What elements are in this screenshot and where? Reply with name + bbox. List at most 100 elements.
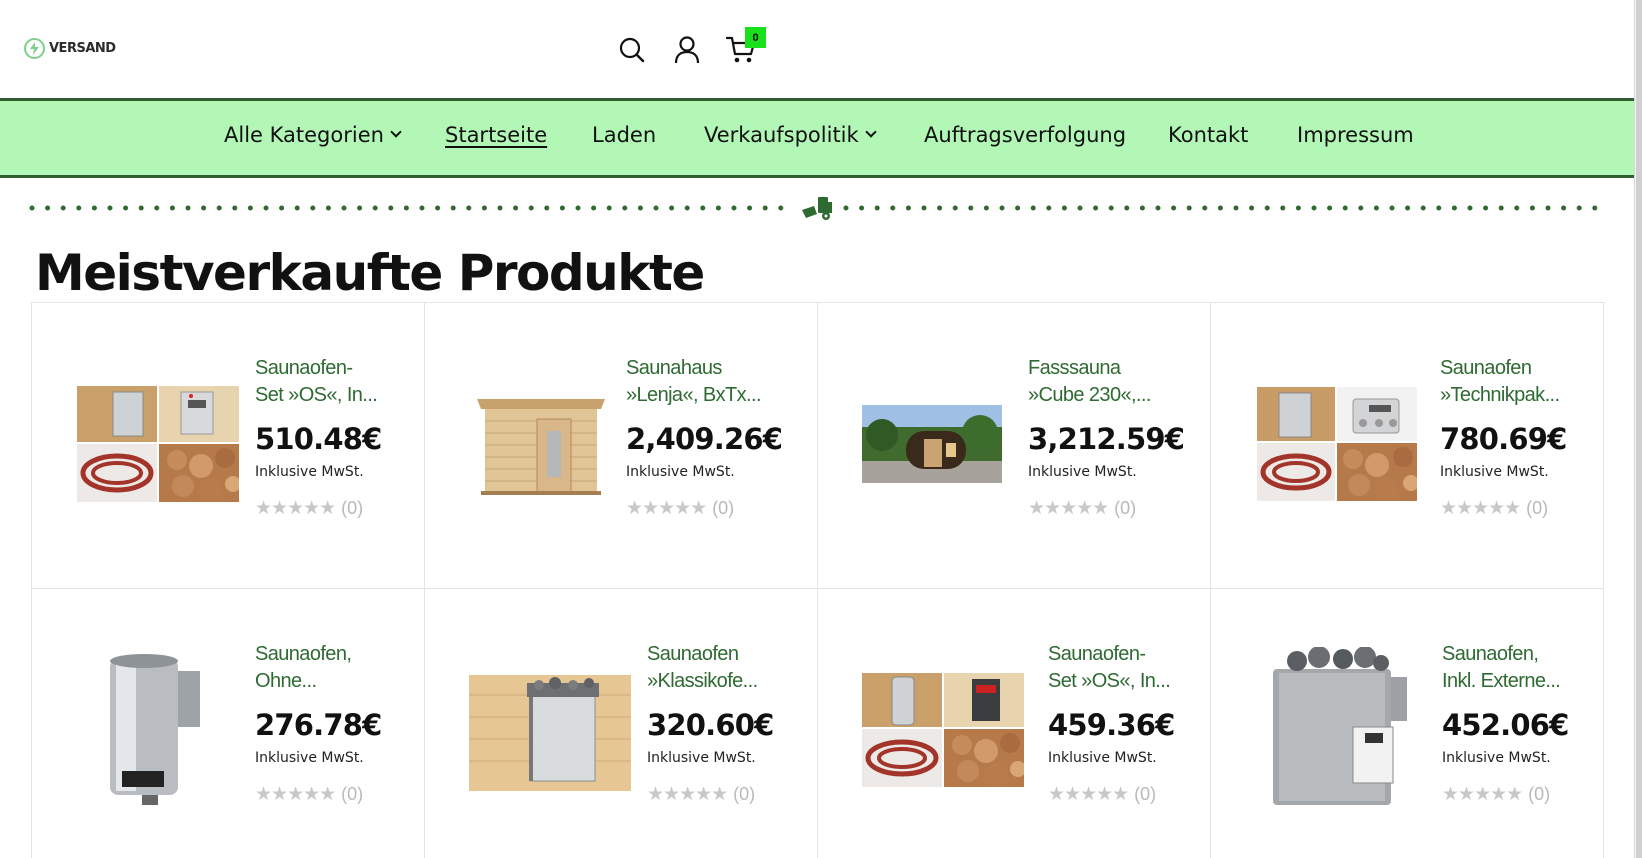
product-card[interactable]: Saunaofen, Inkl. Externe... 452.06€ Inkl… — [1211, 589, 1604, 858]
nav-item-verkaufspolitik[interactable]: Verkaufspolitik — [704, 123, 877, 147]
tax-note: Inklusive MwSt. — [255, 464, 364, 480]
product-price: 510.48€ — [255, 422, 382, 456]
tax-note: Inklusive MwSt. — [1442, 750, 1551, 766]
product-name-link[interactable]: Saunahaus »Lenja«, BxTx... — [626, 355, 776, 409]
product-info: Saunaofen, Inkl. Externe... 452.06€ Inkl… — [1442, 641, 1592, 806]
product-card[interactable]: Saunaofen »Technikpak... 780.69€ Inklusi… — [1211, 303, 1604, 589]
product-image[interactable] — [1257, 387, 1417, 501]
product-rating: ★★★★★ (0) — [1048, 783, 1198, 806]
product-name-link[interactable]: Saunaofen »Technikpak... — [1440, 355, 1590, 409]
vertical-scrollbar[interactable] — [1634, 0, 1642, 858]
product-price: 276.78€ — [255, 708, 382, 742]
review-count: (0) — [1134, 784, 1157, 804]
product-info: Saunaofen- Set »OS«, In... 459.36€ Inklu… — [1048, 641, 1198, 806]
dotted-divider — [28, 190, 1608, 228]
product-info: Saunahaus »Lenja«, BxTx... 2,409.26€ Ink… — [626, 355, 783, 520]
product-price: 3,212.59€ — [1028, 422, 1185, 456]
product-image[interactable] — [469, 675, 631, 791]
product-info: Saunaofen- Set »OS«, In... 510.48€ Inklu… — [255, 355, 405, 520]
nav-item-label: Laden — [592, 123, 657, 147]
product-image[interactable] — [102, 651, 208, 807]
site-header: VERSAND 0 — [0, 0, 1642, 98]
account-icon[interactable] — [670, 33, 704, 67]
star-icon: ★★★★★ — [647, 784, 728, 805]
product-card[interactable]: Saunahaus »Lenja«, BxTx... 2,409.26€ Ink… — [425, 303, 818, 589]
scrollbar-thumb[interactable] — [1636, 0, 1642, 858]
nav-item-startseite[interactable]: Startseite — [445, 123, 547, 147]
search-icon[interactable] — [615, 33, 649, 67]
product-price: 452.06€ — [1442, 708, 1569, 742]
product-price: 320.60€ — [647, 708, 774, 742]
product-price: 2,409.26€ — [626, 422, 783, 456]
nav-item-label: Kontakt — [1168, 123, 1249, 147]
product-image[interactable] — [77, 386, 239, 502]
chevron-down-icon — [865, 126, 877, 138]
product-info: Saunaofen, Ohne... 276.78€ Inklusive MwS… — [255, 641, 405, 806]
product-card[interactable]: Saunaofen »Klassikofe... 320.60€ Inklusi… — [425, 589, 818, 858]
star-icon: ★★★★★ — [255, 784, 336, 805]
chevron-down-icon — [390, 126, 402, 138]
product-image[interactable] — [862, 673, 1024, 787]
tax-note: Inklusive MwSt. — [626, 464, 735, 480]
product-rating: ★★★★★ (0) — [626, 497, 776, 520]
review-count: (0) — [341, 784, 364, 804]
product-rating: ★★★★★ (0) — [1442, 783, 1592, 806]
product-name-link[interactable]: Saunaofen, Ohne... — [255, 641, 405, 695]
star-icon: ★★★★★ — [1028, 498, 1109, 519]
product-info: Saunaofen »Klassikofe... 320.60€ Inklusi… — [647, 641, 797, 806]
tax-note: Inklusive MwSt. — [1028, 464, 1137, 480]
nav-item-laden[interactable]: Laden — [592, 123, 656, 147]
product-card[interactable]: Saunaofen, Ohne... 276.78€ Inklusive MwS… — [32, 589, 425, 858]
product-rating: ★★★★★ (0) — [1028, 497, 1178, 520]
star-icon: ★★★★★ — [255, 498, 336, 519]
product-info: Fasssauna »Cube 230«,... 3,212.59€ Inklu… — [1028, 355, 1185, 520]
product-price: 780.69€ — [1440, 422, 1567, 456]
product-rating: ★★★★★ (0) — [647, 783, 797, 806]
product-name-link[interactable]: Saunaofen »Klassikofe... — [647, 641, 797, 695]
review-count: (0) — [1528, 784, 1551, 804]
nav-item-label: Verkaufspolitik — [704, 123, 859, 147]
product-image[interactable] — [862, 405, 1002, 483]
product-rating: ★★★★★ (0) — [255, 497, 405, 520]
review-count: (0) — [1526, 498, 1549, 518]
tax-note: Inklusive MwSt. — [1440, 464, 1549, 480]
tax-note: Inklusive MwSt. — [647, 750, 756, 766]
product-card[interactable]: Fasssauna »Cube 230«,... 3,212.59€ Inklu… — [818, 303, 1211, 589]
main-navigation: Alle Kategorien Startseite Laden Verkauf… — [0, 98, 1642, 178]
product-grid: Saunaofen- Set »OS«, In... 510.48€ Inklu… — [31, 302, 1605, 858]
product-rating: ★★★★★ (0) — [255, 783, 405, 806]
product-name-link[interactable]: Fasssauna »Cube 230«,... — [1028, 355, 1178, 409]
nav-item-label: Alle Kategorien — [224, 123, 384, 147]
nav-item-impressum[interactable]: Impressum — [1297, 123, 1414, 147]
review-count: (0) — [712, 498, 735, 518]
nav-item-kontakt[interactable]: Kontakt — [1168, 123, 1248, 147]
star-icon: ★★★★★ — [626, 498, 707, 519]
product-image[interactable] — [1267, 647, 1413, 809]
lightning-icon — [24, 38, 45, 59]
product-rating: ★★★★★ (0) — [1440, 497, 1590, 520]
product-name-link[interactable]: Saunaofen- Set »OS«, In... — [1048, 641, 1198, 695]
nav-item-auftragsverfolgung[interactable]: Auftragsverfolgung — [924, 123, 1126, 147]
product-name-link[interactable]: Saunaofen, Inkl. Externe... — [1442, 641, 1592, 695]
site-logo[interactable]: VERSAND — [24, 38, 116, 59]
review-count: (0) — [341, 498, 364, 518]
cart-count-badge: 0 — [745, 27, 766, 48]
star-icon: ★★★★★ — [1440, 498, 1521, 519]
product-name-link[interactable]: Saunaofen- Set »OS«, In... — [255, 355, 405, 409]
tax-note: Inklusive MwSt. — [255, 750, 364, 766]
nav-item-alle-kategorien[interactable]: Alle Kategorien — [224, 123, 402, 147]
product-info: Saunaofen »Technikpak... 780.69€ Inklusi… — [1440, 355, 1590, 520]
product-card[interactable]: Saunaofen- Set »OS«, In... 510.48€ Inklu… — [32, 303, 425, 589]
product-price: 459.36€ — [1048, 708, 1175, 742]
product-card[interactable]: Saunaofen- Set »OS«, In... 459.36€ Inklu… — [818, 589, 1211, 858]
nav-item-label: Auftragsverfolgung — [924, 123, 1127, 147]
page-title: Meistverkaufte Produkte — [35, 244, 705, 302]
star-icon: ★★★★★ — [1442, 784, 1523, 805]
nav-item-label: Impressum — [1297, 123, 1414, 147]
tax-note: Inklusive MwSt. — [1048, 750, 1157, 766]
nav-item-label: Startseite — [445, 123, 548, 147]
product-image[interactable] — [471, 389, 611, 499]
review-count: (0) — [733, 784, 756, 804]
star-icon: ★★★★★ — [1048, 784, 1129, 805]
logo-text: VERSAND — [49, 41, 116, 56]
